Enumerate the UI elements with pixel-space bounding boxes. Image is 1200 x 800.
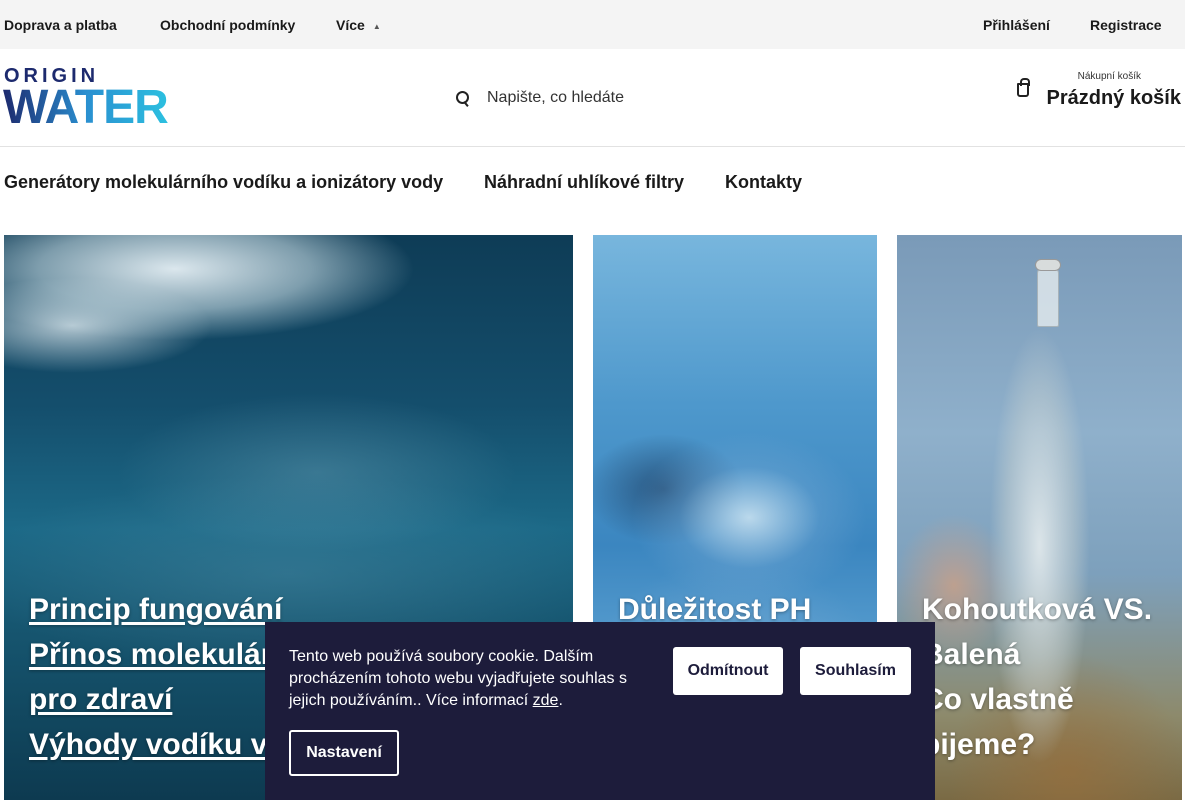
search-icon[interactable]	[455, 89, 469, 107]
cookie-settings-button[interactable]: Nastavení	[289, 730, 399, 776]
search-input[interactable]	[487, 89, 787, 107]
cookie-text: Tento web používá soubory cookie. Dalším…	[289, 646, 639, 712]
cookie-banner: Tento web používá soubory cookie. Dalším…	[265, 622, 935, 800]
bottle-image	[1037, 267, 1059, 327]
logo-line-2: WATER	[3, 81, 168, 125]
cookie-accept-button[interactable]: Souhlasím	[800, 647, 911, 695]
main-nav: Generátory molekulárního vodíku a ionizá…	[0, 148, 1185, 213]
link-shipping-payment[interactable]: Doprava a platba	[4, 17, 117, 33]
cookie-more-info-link[interactable]: zde	[533, 692, 559, 709]
search-bar	[455, 86, 787, 110]
cookie-reject-button[interactable]: Odmítnout	[673, 647, 783, 695]
cookie-text-end: .	[558, 692, 563, 709]
bottle-cap-image	[1035, 259, 1061, 271]
link-more[interactable]: Více ▲	[336, 17, 381, 33]
card-title-line: Co vlastně	[922, 683, 1074, 716]
chevron-icon: ▲	[372, 21, 381, 31]
cart-label-main: Prázdný košík	[1046, 87, 1181, 109]
cookie-message: Tento web používá soubory cookie. Dalším…	[289, 648, 627, 709]
site-header: ORIGIN WATER Nákupní košík Prázdný košík	[0, 49, 1185, 147]
nav-item-contacts[interactable]: Kontakty	[725, 172, 802, 193]
more-label: Více	[336, 17, 365, 33]
nav-item-filters[interactable]: Náhradní uhlíkové filtry	[484, 172, 684, 193]
bag-icon	[1017, 78, 1030, 97]
article-card-tap-vs-bottled[interactable]: Kohoutková VS. Balená Co vlastně pijeme?	[897, 235, 1182, 800]
link-terms[interactable]: Obchodní podmínky	[160, 17, 295, 33]
cart-label-small: Nákupní košík	[1077, 71, 1141, 82]
login-link[interactable]: Přihlášení	[983, 17, 1050, 33]
cart-button[interactable]: Nákupní košík Prázdný košík	[1011, 69, 1181, 119]
top-bar: Doprava a platba Obchodní podmínky Více ▲…	[0, 0, 1185, 49]
card-title-line: Balená	[922, 638, 1021, 671]
nav-item-generators[interactable]: Generátory molekulárního vodíku a ionizá…	[4, 172, 443, 193]
logo-graphic: ORIGIN WATER	[3, 65, 169, 134]
origin-water-logo[interactable]: ORIGIN WATER	[3, 63, 218, 134]
card-title: Kohoutková VS. Balená Co vlastně pijeme?	[922, 587, 1152, 767]
card-title-line: Kohoutková VS.	[922, 593, 1153, 626]
card-title-line: pijeme?	[922, 728, 1036, 761]
register-link[interactable]: Registrace	[1090, 17, 1162, 33]
